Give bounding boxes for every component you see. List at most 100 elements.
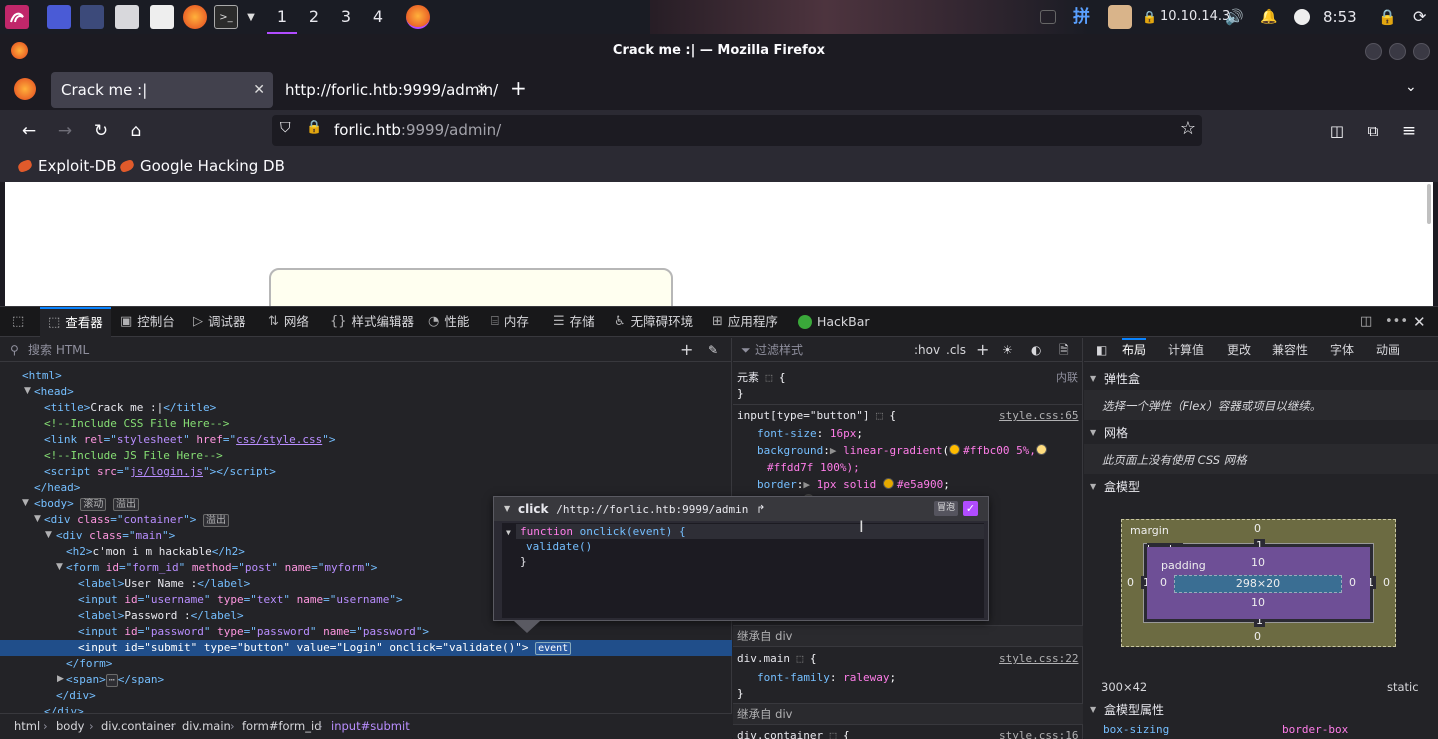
tab-inspector[interactable]: ⬚ 查看器 bbox=[40, 307, 111, 337]
event-header[interactable]: click /http://forlic.htb:9999/admin ↱ 冒泡… bbox=[494, 497, 988, 521]
tab-computed[interactable]: 计算值 bbox=[1168, 338, 1204, 362]
close-icon[interactable]: ✕ bbox=[253, 82, 265, 98]
shield-icon[interactable]: ⛉ bbox=[280, 120, 291, 136]
kali-menu-icon[interactable] bbox=[5, 5, 29, 29]
enable-checkbox[interactable]: ✓ bbox=[963, 501, 978, 516]
volume-icon[interactable]: 🔊 bbox=[1225, 0, 1244, 34]
workspace-4[interactable]: 4 bbox=[363, 0, 393, 34]
overflow-badge[interactable]: 溢出 bbox=[113, 498, 139, 511]
lock-screen-icon[interactable]: 🔒 bbox=[1378, 0, 1397, 34]
workspace-2[interactable]: 2 bbox=[299, 0, 329, 34]
menu-icon[interactable]: ≡ bbox=[1398, 120, 1420, 142]
firefox-window-icon[interactable] bbox=[406, 5, 430, 29]
tree-node-form-close[interactable]: </form> bbox=[0, 656, 732, 672]
breadcrumb-item[interactable]: form#form_id bbox=[242, 714, 322, 738]
collapse-icon[interactable]: ▼ bbox=[506, 528, 511, 537]
pocket-icon[interactable]: ◫ bbox=[1326, 120, 1348, 142]
breadcrumb-item-current[interactable]: input#submit bbox=[331, 714, 410, 738]
bookmark-google-hacking-db[interactable]: Google Hacking DB bbox=[118, 157, 285, 175]
rule3-selector[interactable]: div.container ⬚ { bbox=[737, 728, 850, 739]
html-search-input[interactable]: ⚲ 搜索 HTML + ✎ bbox=[0, 338, 732, 362]
extensions-icon[interactable]: ⧉ bbox=[1362, 120, 1384, 142]
breadcrumb-item[interactable]: div.container bbox=[101, 714, 176, 738]
element-rule[interactable]: 元素 ⬚ { bbox=[737, 370, 786, 386]
tab-console[interactable]: ▣ 控制台 bbox=[120, 307, 175, 337]
workspace-3[interactable]: 3 bbox=[331, 0, 361, 34]
tab-network[interactable]: ⇅ 网络 bbox=[268, 307, 309, 337]
text-editor-icon[interactable] bbox=[150, 5, 174, 29]
light-scheme-icon[interactable]: ☀ bbox=[1002, 338, 1013, 362]
tree-node-head-close[interactable]: </head> bbox=[0, 480, 732, 496]
tab-style-editor[interactable]: {} 样式编辑器 bbox=[330, 307, 414, 337]
tree-node-head[interactable]: <head> bbox=[0, 384, 732, 400]
tab-accessibility[interactable]: ♿ 无障碍环境 bbox=[614, 307, 693, 337]
rule2-selector[interactable]: div.main ⬚ { bbox=[737, 651, 816, 667]
overflow-badge[interactable]: 溢出 bbox=[202, 514, 229, 527]
rule1-selector[interactable]: input[type="button"] ⬚ { bbox=[737, 408, 896, 424]
screen-icon[interactable] bbox=[80, 5, 104, 29]
breadcrumb-item[interactable]: body bbox=[56, 714, 84, 738]
add-rule-icon[interactable]: + bbox=[976, 338, 989, 362]
print-media-icon[interactable]: 🗎 bbox=[1059, 338, 1069, 362]
tab-crack-me[interactable]: Crack me :| ✕ bbox=[51, 72, 273, 108]
decl-background[interactable]: background:▶ linear-gradient(#ffbc00 5%, bbox=[757, 443, 1050, 459]
new-tab-icon[interactable]: + bbox=[510, 76, 527, 100]
decl-font-family[interactable]: font-family: raleway; bbox=[757, 670, 896, 686]
scroll-badge[interactable]: 滚动 bbox=[80, 498, 107, 511]
tree-node-script[interactable]: <script src="js/login.js"></script> bbox=[0, 464, 732, 480]
tab-admin[interactable]: http://forlic.htb:9999/admin/ ✕ bbox=[275, 72, 498, 108]
more-options-icon[interactable]: ••• bbox=[1385, 307, 1408, 337]
breadcrumb-item[interactable]: div.main bbox=[182, 714, 231, 738]
boxmodel-props-header[interactable]: 盒模型属性 bbox=[1084, 699, 1438, 721]
decl-background-cont[interactable]: #ffdd7f 100%); bbox=[767, 460, 860, 476]
tree-node-html[interactable]: <html> bbox=[0, 368, 732, 384]
dark-scheme-icon[interactable]: ◐ bbox=[1031, 338, 1041, 362]
margin-top-value[interactable]: 0 bbox=[1254, 522, 1261, 535]
breadcrumb-item[interactable]: html bbox=[14, 714, 40, 738]
tab-storage[interactable]: ☰ 存储 bbox=[553, 307, 595, 337]
padding-bottom-value[interactable]: 10 bbox=[1251, 596, 1265, 609]
add-node-icon[interactable]: + bbox=[680, 338, 693, 362]
page-scrollbar[interactable] bbox=[1427, 184, 1431, 224]
back-icon[interactable]: ← bbox=[18, 120, 40, 142]
url-text[interactable]: forlic.htb:9999/admin/ bbox=[334, 115, 501, 146]
chevron-down-icon[interactable]: ▼ bbox=[239, 5, 263, 29]
tree-node-input-password[interactable]: <input id="password" type="password" nam… bbox=[0, 624, 732, 640]
url-bar[interactable]: ⛉ 🔒 forlic.htb:9999/admin/ ☆ bbox=[272, 115, 1202, 146]
desktop-icon[interactable] bbox=[47, 5, 71, 29]
bookmark-star-icon[interactable]: ☆ bbox=[1180, 118, 1196, 139]
margin-right-value[interactable]: 0 bbox=[1383, 576, 1390, 589]
tab-compatibility[interactable]: 兼容性 bbox=[1272, 338, 1308, 362]
home-icon[interactable]: ⌂ bbox=[125, 120, 147, 142]
reload-icon[interactable]: ↻ bbox=[90, 120, 112, 142]
grid-section-header[interactable]: 网格 bbox=[1084, 422, 1438, 444]
padding-top-value[interactable]: 10 bbox=[1251, 556, 1265, 569]
boxmodel-section-header[interactable]: 盒模型 bbox=[1084, 476, 1438, 498]
terminal-icon[interactable]: >_ bbox=[214, 5, 238, 29]
tree-node-title[interactable]: <title>Crack me :|</title> bbox=[0, 400, 732, 416]
bell-icon[interactable]: 🔔 bbox=[1260, 0, 1277, 34]
cat-icon[interactable] bbox=[1108, 5, 1132, 29]
margin-bottom-value[interactable]: 0 bbox=[1254, 630, 1261, 643]
minimize-button[interactable] bbox=[1365, 43, 1382, 60]
cls-toggle[interactable]: .cls bbox=[946, 338, 966, 362]
maximize-button[interactable] bbox=[1389, 43, 1406, 60]
forward-icon[interactable]: → bbox=[54, 120, 76, 142]
bookmark-exploit-db[interactable]: Exploit-DB bbox=[16, 157, 117, 175]
open-debugger-icon[interactable]: ↱ bbox=[756, 503, 765, 516]
event-badge[interactable]: event bbox=[535, 642, 572, 655]
ellipsis-badge[interactable]: ⋯ bbox=[105, 674, 118, 687]
tab-fonts[interactable]: 字体 bbox=[1330, 338, 1354, 362]
close-window-button[interactable] bbox=[1413, 43, 1430, 60]
power-status-icon[interactable] bbox=[1294, 9, 1310, 25]
box-content-size[interactable]: 298×20 bbox=[1174, 575, 1342, 593]
decl-border[interactable]: border:▶ 1px solid #e5a900; bbox=[757, 477, 950, 493]
ime-indicator[interactable]: 拼 bbox=[1073, 0, 1090, 34]
margin-left-value[interactable]: 0 bbox=[1127, 576, 1134, 589]
tab-memory[interactable]: ⌸ 内存 bbox=[491, 307, 529, 337]
folder-icon[interactable] bbox=[115, 5, 139, 29]
rule2-source-link[interactable]: style.css:22 bbox=[999, 651, 1078, 667]
flex-section-header[interactable]: 弹性盒 bbox=[1084, 368, 1438, 390]
filter-styles-input[interactable]: ⏷ 过滤样式 :hov .cls + ☀ ◐ 🗎 bbox=[733, 338, 1083, 362]
sidebar-toggle-icon[interactable]: ◧ bbox=[1096, 338, 1107, 362]
